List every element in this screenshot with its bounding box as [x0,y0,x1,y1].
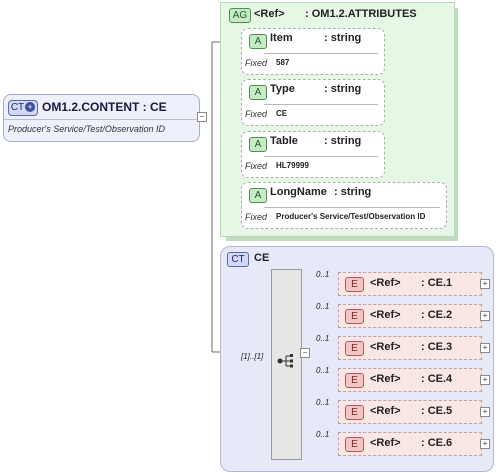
element-name: : CE.1 [421,277,453,289]
attribute-type-value: : string [324,83,362,95]
element-occurrence: 0..1 [316,366,330,375]
attribute-name: Type [270,83,295,95]
attribute-type: : string [324,32,362,44]
element-name: : CE.4 [421,373,453,385]
attribute-type-value: : string [324,135,362,147]
attribute-item[interactable]: A Item : string Fixed 587 [241,28,385,75]
attribute-name: LongName [270,186,327,198]
element-ref: <Ref> [370,309,401,321]
attribute-divider [264,156,378,157]
element-ref: <Ref> [370,277,401,289]
attribute-group-ref: <Ref> [254,8,285,20]
element-ref: <Ref> [370,341,401,353]
element-ce-2[interactable]: E <Ref> : CE.2 [338,304,482,328]
element-name: : CE.3 [421,341,453,353]
element-badge: E [345,405,364,420]
element-badge: E [345,437,364,452]
fixed-value: CE [276,109,288,118]
root-element-box[interactable]: CT + OM1.2.CONTENT : CE Producer's Servic… [3,94,200,142]
element-badge: E [345,341,364,356]
attribute-badge: A [249,188,267,203]
complex-type-badge: CT + [8,100,38,116]
minus-icon[interactable]: − [300,348,310,358]
element-occurrence: 0..1 [316,334,330,343]
plus-icon[interactable]: + [480,407,490,417]
attribute-name: Table [270,135,298,147]
element-ref: <Ref> [370,373,401,385]
fixed-label: Fixed [245,161,268,171]
element-ref: <Ref> [370,405,401,417]
element-badge: E [345,277,364,292]
element-ce-5[interactable]: E <Ref> : CE.5 [338,400,482,424]
plus-icon[interactable]: + [480,439,490,449]
fixed-label: Fixed [245,58,268,68]
attribute-type[interactable]: A Type : string Fixed CE [241,79,385,126]
attribute-badge: A [249,85,267,100]
element-occurrence: 0..1 [316,398,330,407]
fixed-label: Fixed [245,212,268,222]
attribute-divider [264,53,378,54]
attribute-divider [264,207,440,208]
attribute-divider [264,104,378,105]
root-divider [4,119,199,120]
badge-label: CT [10,102,25,113]
element-name: : CE.2 [421,309,453,321]
sequence-occurrence: [1]..[1] [241,352,264,361]
fixed-value: 587 [276,58,290,67]
attribute-badge: A [249,34,267,49]
element-ce-1[interactable]: E <Ref> : CE.1 [338,272,482,296]
fixed-value: HL79999 [276,161,309,170]
attribute-group-badge: AG [229,8,251,23]
element-ce-4[interactable]: E <Ref> : CE.4 [338,368,482,392]
element-ce-6[interactable]: E <Ref> : CE.6 [338,432,482,456]
plus-icon[interactable]: + [480,311,490,321]
element-name: : CE.5 [421,405,453,417]
element-occurrence: 0..1 [316,430,330,439]
root-element-name: OM1.2.CONTENT : CE [42,100,167,114]
minus-icon[interactable]: − [197,112,207,122]
plus-icon[interactable]: + [480,375,490,385]
plus-icon[interactable]: + [480,343,490,353]
element-occurrence: 0..1 [316,302,330,311]
element-ref: <Ref> [370,437,401,449]
attributes-icon: + [25,102,36,113]
plus-icon[interactable]: + [480,279,490,289]
attribute-name: Item [270,32,293,44]
fixed-label: Fixed [245,109,268,119]
root-description: Producer's Service/Test/Observation ID [8,124,165,134]
attribute-longname[interactable]: A LongName : string Fixed Producer's Ser… [241,182,447,229]
element-occurrence: 0..1 [316,270,330,279]
sequence-icon [277,354,293,368]
attributes-group[interactable]: AG <Ref> : OM1.2.ATTRIBUTES A Item : str… [220,2,455,237]
element-ce-3[interactable]: E <Ref> : CE.3 [338,336,482,360]
element-name: : CE.6 [421,437,453,449]
complex-type-badge: CT [227,252,249,267]
complex-type-name: CE [254,252,270,264]
element-badge: E [345,309,364,324]
attribute-type-value: : string [334,186,372,198]
attribute-table[interactable]: A Table : string Fixed HL79999 [241,131,385,178]
fixed-value: Producer's Service/Test/Observation ID [276,212,426,221]
attribute-group-name: : OM1.2.ATTRIBUTES [305,8,417,20]
attribute-badge: A [249,137,267,152]
element-badge: E [345,373,364,388]
